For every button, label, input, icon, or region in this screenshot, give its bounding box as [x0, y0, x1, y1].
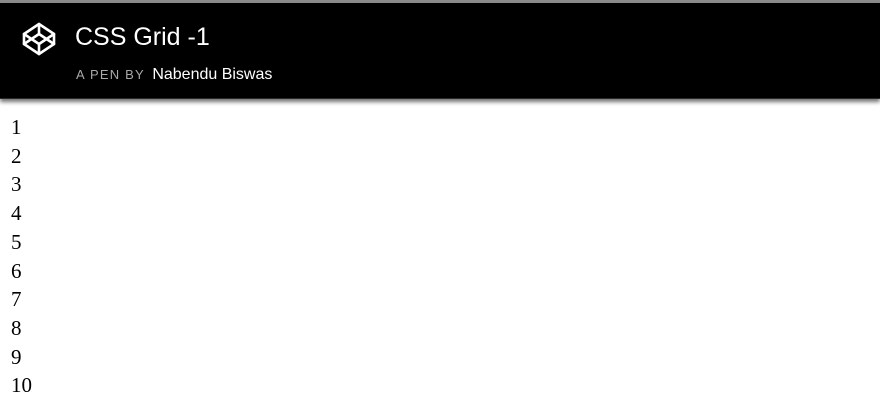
grid-item: 3 [11, 172, 22, 197]
grid-item: 1 [11, 115, 22, 139]
grid-item: 4 [11, 201, 22, 226]
grid-item: 6 [11, 258, 22, 283]
grid-item: 5 [11, 229, 22, 254]
pen-byline: A PEN BY Nabendu Biswas [76, 65, 272, 85]
pen-header: CSS Grid -1 A PEN BY Nabendu Biswas [0, 3, 880, 99]
codepen-logo-icon[interactable] [21, 21, 57, 57]
pen-title: CSS Grid -1 [75, 23, 210, 51]
author-link[interactable]: Nabendu Biswas [152, 66, 272, 83]
grid-container: 1 2 3 4 5 6 7 8 9 10 [0, 99, 880, 400]
grid-item: 9 [11, 344, 22, 369]
grid-item: 10 [11, 373, 32, 398]
grid-item: 7 [11, 287, 22, 312]
grid-item: 8 [11, 315, 22, 340]
byline-label: A PEN BY [76, 67, 145, 82]
grid-item: 2 [11, 143, 22, 168]
